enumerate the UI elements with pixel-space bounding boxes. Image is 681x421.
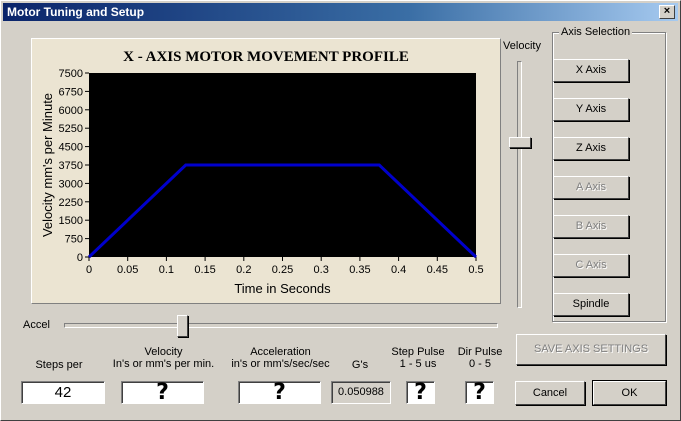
step-pulse-input[interactable]: ?: [406, 381, 435, 404]
x-tick-label: 0.5: [468, 264, 483, 276]
steps-per-input[interactable]: 42: [21, 381, 105, 404]
spindle-button[interactable]: Spindle: [553, 293, 629, 316]
acceleration-field-label: Acceleration in's or mm's/sec/sec: [223, 346, 338, 370]
acceleration-label-line2: in's or mm's/sec/sec: [231, 358, 330, 370]
dir-pulse-label: Dir Pulse 0 - 5: [451, 346, 509, 370]
x-axis-button[interactable]: X Axis: [553, 59, 629, 82]
y-axis-label: Velocity mm's per Minute: [40, 93, 55, 237]
save-axis-settings-button[interactable]: SAVE AXIS SETTINGS: [516, 334, 666, 365]
velocity-slider-thumb[interactable]: [509, 136, 531, 148]
velocity-field-label: Velocity In's or mm's per min.: [106, 346, 221, 370]
dir-pulse-value: ?: [473, 380, 486, 405]
steps-per-value: 42: [54, 384, 72, 401]
x-tick-label: 0.25: [272, 264, 293, 276]
dir-pulse-label-line2: 0 - 5: [468, 358, 491, 370]
accel-slider-track[interactable]: [64, 323, 498, 328]
y-tick-label: 1500: [59, 215, 83, 227]
c-axis-button[interactable]: C Axis: [553, 254, 629, 277]
x-tick-label: 0.4: [391, 264, 406, 276]
a-axis-button[interactable]: A Axis: [553, 176, 629, 199]
step-pulse-value: ?: [414, 380, 427, 405]
x-tick-label: 0.2: [236, 264, 251, 276]
velocity-value: ?: [156, 380, 169, 405]
x-tick-label: 0.35: [349, 264, 370, 276]
z-axis-button[interactable]: Z Axis: [553, 137, 629, 160]
accel-slider-thumb[interactable]: [176, 315, 188, 337]
chart-title: X - AXIS MOTOR MOVEMENT PROFILE: [123, 49, 409, 65]
step-pulse-label: Step Pulse 1 - 5 us: [386, 346, 450, 370]
velocity-slider-track[interactable]: [517, 61, 522, 308]
x-tick-label: 0.15: [194, 264, 215, 276]
accel-slider-label: Accel: [23, 319, 50, 331]
acceleration-input[interactable]: ?: [238, 381, 321, 404]
gs-value: 0.050988: [338, 386, 384, 398]
y-tick-label: 2250: [59, 197, 83, 209]
motor-tuning-window: Motor Tuning and Setup × X - AXIS MOTOR …: [0, 0, 681, 421]
y-tick-label: 3000: [59, 178, 83, 190]
acceleration-label-line1: Acceleration: [250, 346, 311, 358]
velocity-slider-label: Velocity: [503, 40, 541, 52]
b-axis-button[interactable]: B Axis: [553, 215, 629, 238]
x-tick-label: 0.45: [427, 264, 448, 276]
y-tick-label: 3750: [59, 160, 83, 172]
motor-profile-chart: X - AXIS MOTOR MOVEMENT PROFILE 0 750 1500 2…: [40, 49, 484, 296]
x-tick-label: 0.1: [159, 264, 174, 276]
motor-profile-chart-panel: X - AXIS MOTOR MOVEMENT PROFILE 0 750 1500 2…: [31, 38, 501, 304]
x-axis-label: Time in Seconds: [234, 281, 331, 296]
x-tick-label: 0.05: [117, 264, 138, 276]
gs-label: G's: [351, 359, 369, 371]
steps-per-label: Steps per: [35, 359, 83, 371]
y-tick-label: 4500: [59, 142, 83, 154]
y-tick-label: 0: [77, 252, 83, 264]
y-tick-label: 6000: [59, 105, 83, 117]
step-pulse-label-line2: 1 - 5 us: [399, 358, 437, 370]
dir-pulse-input[interactable]: ?: [465, 381, 494, 404]
x-tick-label: 0: [86, 264, 92, 276]
x-tick-label: 0.3: [314, 264, 329, 276]
step-pulse-label-line1: Step Pulse: [391, 346, 445, 358]
y-tick-label: 6750: [59, 86, 83, 98]
velocity-label-line2: In's or mm's per min.: [112, 358, 215, 370]
window-title: Motor Tuning and Setup: [7, 5, 145, 19]
title-bar[interactable]: Motor Tuning and Setup ×: [3, 3, 678, 21]
gs-readout: 0.050988: [331, 381, 391, 404]
y-axis-button[interactable]: Y Axis: [553, 98, 629, 121]
axis-selection-title: Axis Selection: [559, 26, 633, 38]
acceleration-value: ?: [273, 380, 286, 405]
y-tick-label: 5250: [59, 123, 83, 135]
velocity-input[interactable]: ?: [121, 381, 204, 404]
y-tick-label: 7500: [59, 68, 83, 80]
velocity-label-line1: Velocity: [144, 346, 183, 358]
dir-pulse-label-line1: Dir Pulse: [457, 346, 503, 358]
cancel-button[interactable]: Cancel: [515, 381, 585, 405]
y-tick-label: 750: [65, 234, 83, 246]
close-button[interactable]: ×: [659, 5, 675, 19]
ok-button[interactable]: OK: [592, 380, 667, 406]
